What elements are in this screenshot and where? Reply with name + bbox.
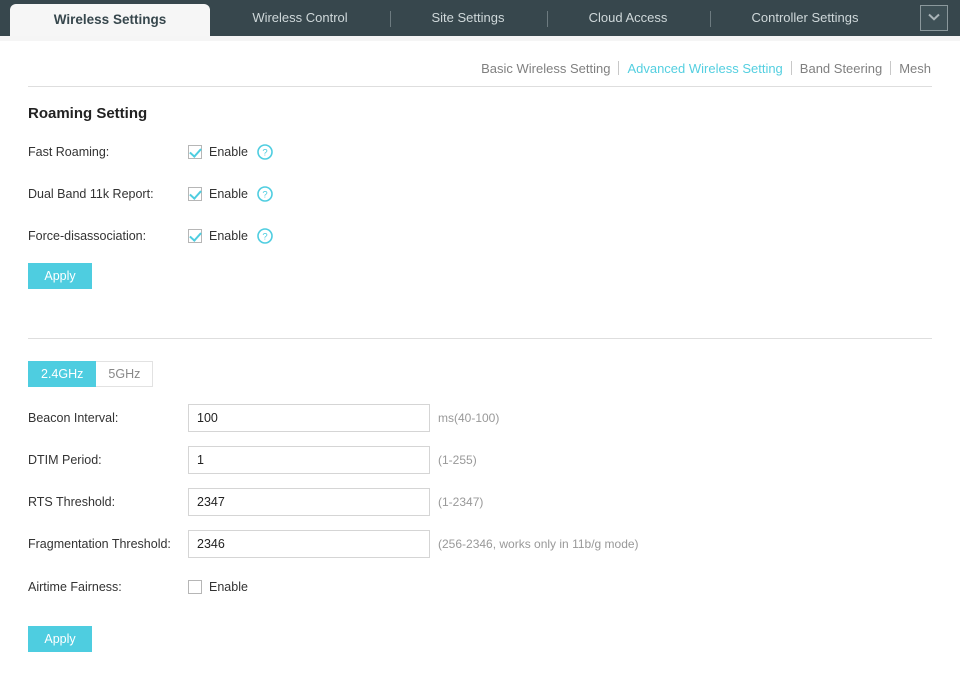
fragmentation-threshold-hint: (256-2346, works only in 11b/g mode): [438, 537, 639, 551]
fast-roaming-label: Fast Roaming:: [28, 145, 110, 159]
airtime-fairness-label: Airtime Fairness:: [28, 580, 122, 594]
wireless-settings-page: Wireless Settings Wireless Control Site …: [0, 0, 960, 694]
tab-overflow-dropdown-button[interactable]: [920, 5, 948, 31]
page-title: Roaming Setting: [28, 105, 148, 122]
tab-wireless-settings-label: Wireless Settings: [53, 12, 167, 27]
airtime-fairness-checkbox[interactable]: [188, 580, 202, 594]
tab-site-settings-label: Site Settings: [431, 10, 505, 25]
dual-band-11k-report-label: Dual Band 11k Report:: [28, 187, 154, 201]
force-disassociation-checkbox-label: Enable: [209, 229, 248, 243]
fragmentation-threshold-label: Fragmentation Threshold:: [28, 537, 171, 551]
fast-roaming-checkbox-label: Enable: [209, 145, 248, 159]
svg-text:?: ?: [262, 232, 267, 243]
help-icon[interactable]: ?: [257, 228, 273, 244]
dual-band-11k-report-control: Enable ?: [188, 184, 273, 204]
tab-cloud-access[interactable]: Cloud Access: [549, 0, 707, 36]
tab-wireless-control-label: Wireless Control: [252, 10, 348, 25]
force-disassociation-label: Force-disassociation:: [28, 229, 147, 243]
svg-text:?: ?: [262, 148, 267, 159]
tab-wireless-settings[interactable]: Wireless Settings: [10, 4, 210, 40]
tab-controller-settings[interactable]: Controller Settings: [712, 0, 898, 36]
subnav-separator-1: [618, 61, 620, 75]
apply-button-roaming[interactable]: Apply: [28, 263, 92, 289]
force-disassociation-checkbox[interactable]: [188, 229, 202, 243]
dual-band-11k-report-checkbox[interactable]: [188, 187, 202, 201]
tab-separator-2: [547, 11, 548, 27]
chevron-down-icon: [921, 13, 947, 21]
tab-controller-settings-label: Controller Settings: [751, 10, 859, 25]
rts-threshold-input[interactable]: [188, 488, 430, 516]
help-icon[interactable]: ?: [257, 144, 273, 160]
dual-band-11k-report-checkbox-label: Enable: [209, 187, 248, 201]
beacon-interval-hint: ms(40-100): [438, 411, 500, 425]
rts-threshold-hint: (1-2347): [438, 495, 484, 509]
fast-roaming-checkbox[interactable]: [188, 145, 202, 159]
subnav-band-steering[interactable]: Band Steering: [799, 61, 883, 76]
header-divider: [28, 86, 932, 87]
fragmentation-threshold-input[interactable]: [188, 530, 430, 558]
dtim-period-label: DTIM Period:: [28, 453, 102, 467]
tab-site-settings[interactable]: Site Settings: [392, 0, 544, 36]
beacon-interval-label: Beacon Interval:: [28, 411, 119, 425]
section-divider: [28, 338, 932, 339]
subnav-mesh[interactable]: Mesh: [898, 61, 932, 76]
band-tab-5ghz[interactable]: 5GHz: [96, 361, 154, 387]
airtime-fairness-control: Enable: [188, 577, 248, 597]
band-tab-24ghz[interactable]: 2.4GHz: [28, 361, 97, 387]
subnav-separator-3: [890, 61, 892, 75]
svg-text:?: ?: [262, 190, 267, 201]
apply-button-band[interactable]: Apply: [28, 626, 92, 652]
help-icon[interactable]: ?: [257, 186, 273, 202]
sub-navigation: Basic Wireless Setting Advanced Wireless…: [480, 58, 932, 78]
fast-roaming-control: Enable ?: [188, 142, 273, 162]
dtim-period-hint: (1-255): [438, 453, 477, 467]
rts-threshold-label: RTS Threshold:: [28, 495, 116, 509]
beacon-interval-input[interactable]: [188, 404, 430, 432]
subnav-separator-2: [790, 61, 792, 75]
tab-bar-underlay: [0, 36, 960, 41]
subnav-advanced-wireless-setting[interactable]: Advanced Wireless Setting: [626, 61, 783, 76]
tab-separator-1: [390, 11, 391, 27]
tab-separator-3: [710, 11, 711, 27]
tab-wireless-control[interactable]: Wireless Control: [212, 0, 388, 36]
band-toggle: 2.4GHz 5GHz: [28, 361, 154, 387]
force-disassociation-control: Enable ?: [188, 226, 273, 246]
airtime-fairness-checkbox-label: Enable: [209, 580, 248, 594]
main-tab-bar: Wireless Settings Wireless Control Site …: [0, 0, 960, 40]
dtim-period-input[interactable]: [188, 446, 430, 474]
subnav-basic-wireless-setting[interactable]: Basic Wireless Setting: [480, 61, 611, 76]
tab-cloud-access-label: Cloud Access: [588, 10, 668, 25]
